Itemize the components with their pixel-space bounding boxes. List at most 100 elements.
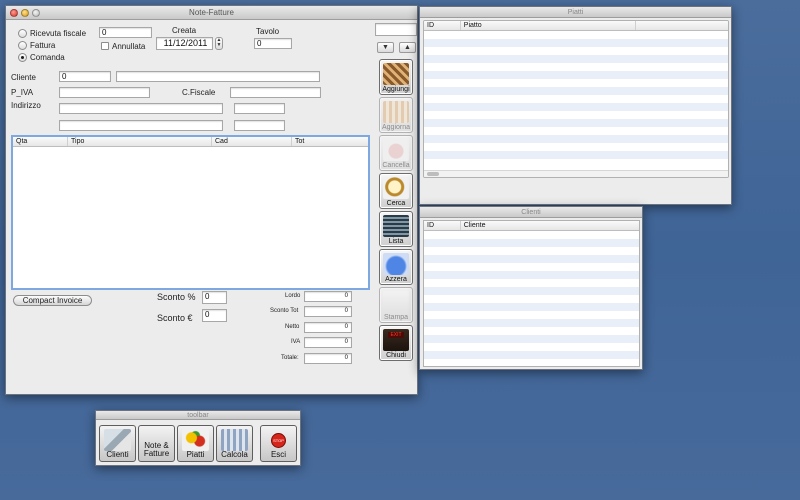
date-stepper[interactable]: ▲ ▼ [215, 37, 223, 50]
azzera-label: Azzera [385, 276, 407, 283]
column-tipo[interactable]: Tipo [68, 137, 212, 146]
annullata-checkbox[interactable] [101, 42, 109, 50]
chiudi-button[interactable]: EXIT Chiudi [379, 325, 413, 361]
window-controls [10, 9, 40, 17]
indirizzo-field-1[interactable] [59, 103, 223, 114]
note-fatture-titlebar[interactable]: Note-Fatture [6, 6, 417, 20]
piatti-table[interactable]: ID Piatto [423, 20, 729, 178]
sconto-tot-label: Sconto Tot [270, 308, 299, 314]
dishes-icon [182, 429, 209, 451]
column-id[interactable]: ID [424, 221, 461, 230]
calcola-toolbar-button[interactable]: Calcola [216, 425, 253, 462]
annullata-label: Annullata [112, 42, 146, 51]
esci-toolbar-button[interactable]: STOP Esci [260, 425, 297, 462]
toolbar-title: toolbar [187, 412, 209, 419]
stop-icon: STOP [265, 429, 292, 451]
add-icon [383, 63, 409, 85]
piva-field[interactable] [59, 87, 150, 98]
azzera-button[interactable]: Azzera [379, 249, 413, 285]
totale-value: 0 [304, 353, 352, 364]
scroll-down-button[interactable]: ▼ [377, 42, 394, 53]
exit-icon: EXIT [383, 329, 409, 351]
column-piatto[interactable]: Piatto [461, 21, 636, 30]
radio-fattura-label: Fattura [30, 41, 56, 50]
piatti-toolbar-button[interactable]: Piatti [177, 425, 214, 462]
refresh-icon [383, 101, 409, 123]
document-number-field[interactable]: 0 [99, 27, 152, 38]
stampa-button[interactable]: Stampa [379, 287, 413, 323]
netto-value: 0 [304, 322, 352, 333]
items-table-header: Qta Tipo Cad Tot [13, 137, 368, 147]
aggiorna-button[interactable]: Aggiorna [379, 97, 413, 133]
column-tot[interactable]: Tot [292, 137, 368, 146]
close-icon[interactable] [10, 9, 18, 17]
compact-invoice-button[interactable]: Compact Invoice [13, 295, 92, 306]
piatti-toolbar-label: Piatti [186, 450, 205, 459]
cancella-label: Cancella [382, 162, 410, 169]
radio-ricevuta-fiscale-label: Ricevuta fiscale [30, 29, 87, 38]
list-icon [383, 215, 409, 237]
cancella-button[interactable]: Cancella [379, 135, 413, 171]
clienti-table-header: ID Cliente [424, 221, 639, 231]
minimize-icon[interactable] [21, 9, 29, 17]
sconto-pct-field[interactable]: 0 [202, 291, 227, 304]
cliente-name-field[interactable] [116, 71, 320, 82]
sconto-tot-value: 0 [304, 306, 352, 317]
clienti-table[interactable]: ID Cliente [423, 220, 640, 367]
exit-sign-text: EXIT [388, 332, 404, 338]
aggiungi-button[interactable]: Aggiungi [379, 59, 413, 95]
clienti-rows [424, 231, 639, 366]
sconto-eur-field[interactable]: 0 [202, 309, 227, 322]
toolbar-titlebar[interactable]: toolbar [96, 411, 300, 420]
cfiscale-field[interactable] [230, 87, 321, 98]
scroll-up-button[interactable]: ▲ [399, 42, 416, 53]
clients-icon [104, 429, 131, 451]
creata-label: Creata [172, 26, 197, 35]
piatti-table-header: ID Piatto [424, 21, 728, 31]
note-fatture-toolbar-button[interactable]: Note & Fatture [138, 425, 175, 462]
sconto-pct-label: Sconto % [157, 292, 196, 302]
items-table[interactable]: Qta Tipo Cad Tot [11, 135, 370, 290]
clienti-toolbar-button[interactable]: Clienti [99, 425, 136, 462]
indirizzo-label: Indirizzo [11, 101, 41, 110]
creata-date-field[interactable]: 11/12/2011 [156, 37, 213, 50]
column-id[interactable]: ID [424, 21, 461, 30]
chiudi-label: Chiudi [386, 352, 406, 359]
radio-ricevuta-fiscale[interactable] [18, 29, 27, 38]
window-title: Note-Fatture [189, 8, 234, 17]
lordo-label: Lordo [285, 293, 301, 299]
scrollbar-thumb[interactable] [427, 172, 439, 176]
piatti-titlebar[interactable]: Piatti [420, 7, 731, 18]
cliente-code-field[interactable]: 0 [59, 71, 111, 82]
printer-icon [383, 291, 409, 313]
column-extra[interactable] [636, 21, 728, 30]
piatti-horizontal-scrollbar[interactable] [424, 170, 728, 177]
netto-label: Netto [285, 324, 300, 330]
aggiorna-label: Aggiorna [381, 124, 411, 131]
cfiscale-label: C.Fiscale [182, 88, 216, 97]
clienti-toolbar-label: Clienti [106, 450, 129, 459]
tavolo-label: Tavolo [256, 27, 280, 36]
clienti-titlebar[interactable]: Clienti [420, 207, 642, 218]
lista-button[interactable]: Lista [379, 211, 413, 247]
piatti-rows [424, 31, 728, 167]
calculator-icon [221, 429, 248, 451]
search-field[interactable] [375, 23, 417, 36]
radio-comanda[interactable] [18, 53, 27, 62]
column-cad[interactable]: Cad [212, 137, 292, 146]
column-cliente[interactable]: Cliente [461, 221, 639, 230]
note-fatture-window: Note-Fatture Ricevuta fiscale Fattura Co… [5, 5, 418, 395]
indirizzo-field-4[interactable] [234, 120, 285, 131]
indirizzo-field-3[interactable] [59, 120, 223, 131]
radio-fattura[interactable] [18, 41, 27, 50]
column-qta[interactable]: Qta [13, 137, 68, 146]
zoom-icon[interactable] [32, 9, 40, 17]
indirizzo-field-2[interactable] [234, 103, 285, 114]
clienti-window: Clienti ID Cliente [419, 206, 643, 370]
magnifier-icon [383, 177, 409, 199]
stop-sign-text: STOP [271, 433, 286, 448]
cerca-button[interactable]: Cerca [379, 173, 413, 209]
stampa-label: Stampa [383, 314, 409, 321]
toolbar-window: toolbar Clienti Note & Fatture Piatti Ca… [95, 410, 301, 466]
tavolo-field[interactable]: 0 [254, 38, 292, 49]
